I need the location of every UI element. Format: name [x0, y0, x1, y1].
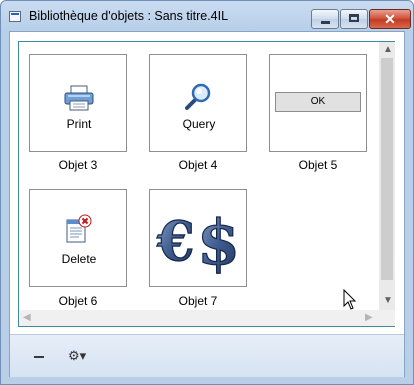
object-list-panel: Print Objet 3 Query Objet 4 OK Objet 5 D… — [18, 41, 395, 327]
scroll-corner — [379, 310, 395, 326]
gear-icon[interactable]: ⚙▾ — [68, 347, 102, 365]
scroll-left-icon[interactable]: ◀ — [23, 313, 31, 323]
minus-icon[interactable] — [32, 352, 46, 362]
title-bar[interactable]: Bibliothèque d'objets : Sans titre.4IL ✕ — [1, 1, 413, 31]
printer-icon — [64, 85, 94, 111]
object-tile-3[interactable]: Print — [29, 54, 127, 152]
vertical-scrollbar[interactable]: ▲ ▼ — [379, 42, 395, 310]
minimize-button[interactable] — [311, 9, 339, 29]
scroll-right-icon[interactable]: ▶ — [365, 313, 373, 323]
ok-button-preview: OK — [275, 92, 361, 112]
euro-dollar-icon: € $ — [155, 205, 240, 276]
object-tile-4[interactable]: Query — [149, 54, 247, 152]
maximize-icon — [349, 14, 359, 22]
object-caption: Objet 4 — [178, 158, 218, 172]
query-label: Query — [182, 117, 216, 131]
horizontal-scrollbar[interactable]: ◀ ▶ — [19, 310, 379, 326]
bottom-toolbar: ⚙▾ — [10, 334, 404, 377]
object-caption: Objet 6 — [58, 294, 98, 308]
mouse-cursor-icon — [343, 289, 357, 310]
library-window: Bibliothèque d'objets : Sans titre.4IL ✕… — [0, 0, 414, 385]
window-title: Bibliothèque d'objets : Sans titre.4IL — [29, 9, 229, 23]
delete-document-icon — [66, 214, 92, 243]
vertical-scroll-thumb[interactable] — [381, 58, 393, 280]
object-tile-6[interactable]: Delete — [29, 189, 127, 287]
window-client: Print Objet 3 Query Objet 4 OK Objet 5 D… — [9, 31, 405, 377]
scroll-up-icon[interactable]: ▲ — [383, 45, 393, 55]
minimize-icon — [321, 21, 330, 24]
maximize-button[interactable] — [340, 9, 368, 29]
object-caption: Objet 3 — [58, 158, 98, 172]
print-label: Print — [66, 117, 92, 131]
svg-text:$: $ — [197, 206, 240, 276]
object-tile-7[interactable]: € $ — [149, 189, 247, 287]
svg-text:€: € — [156, 209, 195, 273]
object-caption: Objet 5 — [298, 158, 338, 172]
window-icon — [9, 11, 21, 22]
scroll-down-icon[interactable]: ▼ — [383, 296, 393, 306]
close-button[interactable]: ✕ — [369, 9, 411, 29]
close-icon: ✕ — [384, 11, 396, 27]
magnifier-icon — [185, 83, 211, 110]
object-caption: Objet 7 — [178, 294, 218, 308]
delete-label: Delete — [61, 252, 97, 266]
object-tile-5[interactable]: OK — [269, 54, 367, 152]
